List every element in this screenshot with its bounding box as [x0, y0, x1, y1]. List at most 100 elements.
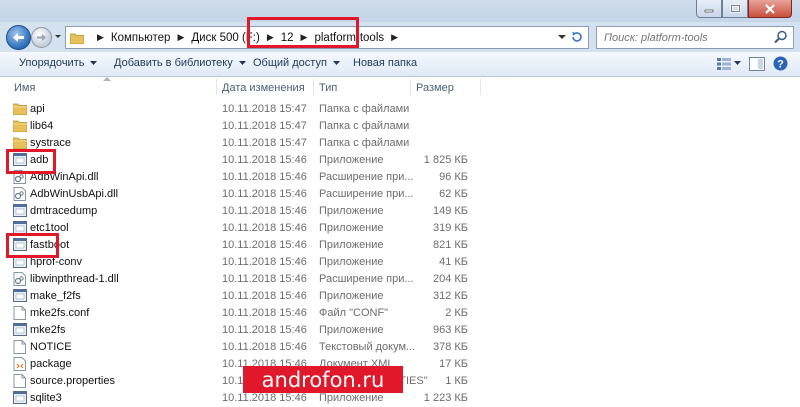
- highlight-adb: [6, 149, 56, 174]
- file-row-mke2fs[interactable]: mke2fs 10.11.2018 15:46 Приложение 963 КБ: [0, 322, 800, 339]
- file-row-adbwinusbapi-dll[interactable]: AdbWinUsbApi.dll 10.11.2018 15:46 Расширен…: [0, 186, 800, 203]
- file-size: 149 КБ: [432, 205, 468, 217]
- file-row-api[interactable]: api 10.11.2018 15:47 Папка с файлами: [0, 101, 800, 118]
- file-row-libwinpthread-1-dll[interactable]: libwinpthread-1.dll 10.11.2018 15:46 Расши…: [0, 271, 800, 288]
- file-row-notice[interactable]: NOTICE 10.11.2018 15:46 Текстовый докум...…: [0, 339, 800, 356]
- forward-button[interactable]: [31, 27, 52, 48]
- address-dropdown-icon[interactable]: [558, 34, 566, 40]
- file-name[interactable]: make_f2fs: [30, 290, 81, 302]
- file-date: 10.11.2018 15:47: [222, 103, 307, 115]
- file-row-lib64[interactable]: lib64 10.11.2018 15:47 Папка с файлами: [0, 118, 800, 135]
- help-icon[interactable]: ?: [773, 56, 788, 71]
- breadcrumb-computer[interactable]: Компьютер: [111, 32, 171, 44]
- file-row-systrace[interactable]: systrace 10.11.2018 15:47 Папка с файлами: [0, 135, 800, 152]
- organize-label: Упорядочить: [19, 57, 85, 69]
- file-type: Папка с файлами: [319, 103, 410, 115]
- file-name[interactable]: NOTICE: [30, 341, 72, 353]
- file-type: Приложение: [319, 239, 384, 251]
- maximize-button[interactable]: [722, 0, 748, 18]
- file-row-hprof-conv[interactable]: hprof-conv 10.11.2018 15:46 Приложение 41 К…: [0, 254, 800, 271]
- file-size: 378 КБ: [432, 341, 468, 353]
- file-date: 10.11.2018 15:46: [222, 222, 307, 234]
- column-divider[interactable]: [410, 79, 411, 95]
- folder-icon: [12, 102, 28, 116]
- app-icon: [13, 323, 27, 337]
- file-size: 1 223 КБ: [423, 392, 468, 404]
- file-name[interactable]: dmtracedump: [30, 205, 97, 217]
- file-date: 10.11.2018 15:46: [222, 324, 307, 336]
- arrow-right-icon: [37, 34, 46, 41]
- file-row-adbwinapi-dll[interactable]: AdbWinApi.dll 10.11.2018 15:46 Расширение …: [0, 169, 800, 186]
- file-size: 204 КБ: [432, 273, 468, 285]
- command-toolbar: Упорядочить Добавить в библиотеку Общий …: [0, 52, 800, 77]
- window-controls: [696, 0, 792, 18]
- new-folder-button[interactable]: Новая папка: [353, 57, 417, 69]
- address-row: ▶ Компьютер ▶ Диск 500 (F:) ▶ 12 ▶ platf…: [0, 17, 800, 52]
- file-type: Файл "CONF": [319, 307, 389, 319]
- column-divider[interactable]: [216, 79, 217, 95]
- preview-pane-icon[interactable]: [749, 56, 765, 71]
- app-icon: [13, 391, 27, 405]
- file-row-adb[interactable]: adb 10.11.2018 15:46 Приложение 1 825 КБ: [0, 152, 800, 169]
- file-name[interactable]: package: [30, 358, 72, 370]
- back-button[interactable]: [6, 25, 31, 50]
- file-name[interactable]: source.properties: [30, 375, 115, 387]
- recent-pages-dropdown-icon[interactable]: [54, 31, 62, 41]
- column-size[interactable]: Размер: [416, 82, 454, 94]
- file-date: 10.11.2018 15:46: [222, 290, 307, 302]
- breadcrumb-separator[interactable]: ▶: [97, 32, 104, 43]
- organize-button[interactable]: Упорядочить: [19, 57, 98, 69]
- column-date[interactable]: Дата изменения: [222, 82, 305, 94]
- app-icon: [13, 289, 27, 303]
- view-options-button[interactable]: [717, 57, 741, 70]
- minimize-button[interactable]: [696, 0, 722, 18]
- minimize-icon: [704, 9, 714, 12]
- search-box[interactable]: [596, 26, 794, 49]
- close-button[interactable]: [748, 0, 792, 18]
- file-row-make-f2fs[interactable]: make_f2fs 10.11.2018 15:46 Приложение 312 К…: [0, 288, 800, 305]
- file-size: 41 КБ: [439, 256, 468, 268]
- file-row-etc1tool[interactable]: etc1tool 10.11.2018 15:46 Приложение 319 КБ: [0, 220, 800, 237]
- file-name[interactable]: api: [30, 103, 45, 115]
- breadcrumb-separator[interactable]: ▶: [177, 32, 184, 43]
- file-type: Приложение: [319, 205, 384, 217]
- file-name[interactable]: AdbWinUsbApi.dll: [30, 188, 118, 200]
- file-row-mke2fs-conf[interactable]: mke2fs.conf 10.11.2018 15:46 Файл "CONF" 2 …: [0, 305, 800, 322]
- column-divider[interactable]: [480, 79, 481, 95]
- file-name[interactable]: mke2fs: [30, 324, 65, 336]
- file-name[interactable]: systrace: [30, 137, 71, 149]
- refresh-icon[interactable]: [570, 30, 584, 44]
- file-name[interactable]: sqlite3: [30, 392, 62, 404]
- highlight-fastboot: [6, 233, 59, 258]
- sort-ascending-icon: [103, 77, 111, 81]
- file-type: Приложение: [319, 256, 384, 268]
- search-input[interactable]: [602, 30, 776, 45]
- file-size: 312 КБ: [432, 290, 468, 302]
- file-size: 319 КБ: [432, 222, 468, 234]
- column-divider[interactable]: [313, 79, 314, 95]
- arrow-left-icon: [13, 33, 24, 42]
- file-name[interactable]: mke2fs.conf: [30, 307, 89, 319]
- folder-icon: [12, 136, 28, 150]
- maximize-icon: [730, 4, 740, 13]
- breadcrumb-separator[interactable]: ▶: [391, 32, 398, 43]
- file-icon: [13, 306, 27, 320]
- column-type[interactable]: Тип: [319, 82, 337, 94]
- file-size: 1 825 КБ: [423, 154, 468, 166]
- file-row-dmtracedump[interactable]: dmtracedump 10.11.2018 15:46 Приложение 149…: [0, 203, 800, 220]
- file-size: 17 КБ: [439, 358, 468, 370]
- file-type: Приложение: [319, 392, 384, 404]
- file-date: 10.11.2018 15:47: [222, 137, 307, 149]
- app-icon: [13, 204, 27, 218]
- column-name[interactable]: Имя: [14, 82, 35, 94]
- file-row-fastboot[interactable]: fastboot 10.11.2018 15:46 Приложение 821 КБ: [0, 237, 800, 254]
- file-name[interactable]: libwinpthread-1.dll: [30, 273, 119, 285]
- highlight-platform-tools: [247, 17, 359, 48]
- add-to-library-button[interactable]: Добавить в библиотеку: [114, 57, 246, 69]
- share-button[interactable]: Общий доступ: [253, 57, 340, 69]
- search-icon[interactable]: [774, 30, 788, 44]
- file-name[interactable]: lib64: [30, 120, 53, 132]
- file-date: 10.11.2018 15:47: [222, 120, 307, 132]
- new-folder-label: Новая папка: [353, 57, 418, 69]
- file-date: 10.11.2018 15:46: [222, 307, 307, 319]
